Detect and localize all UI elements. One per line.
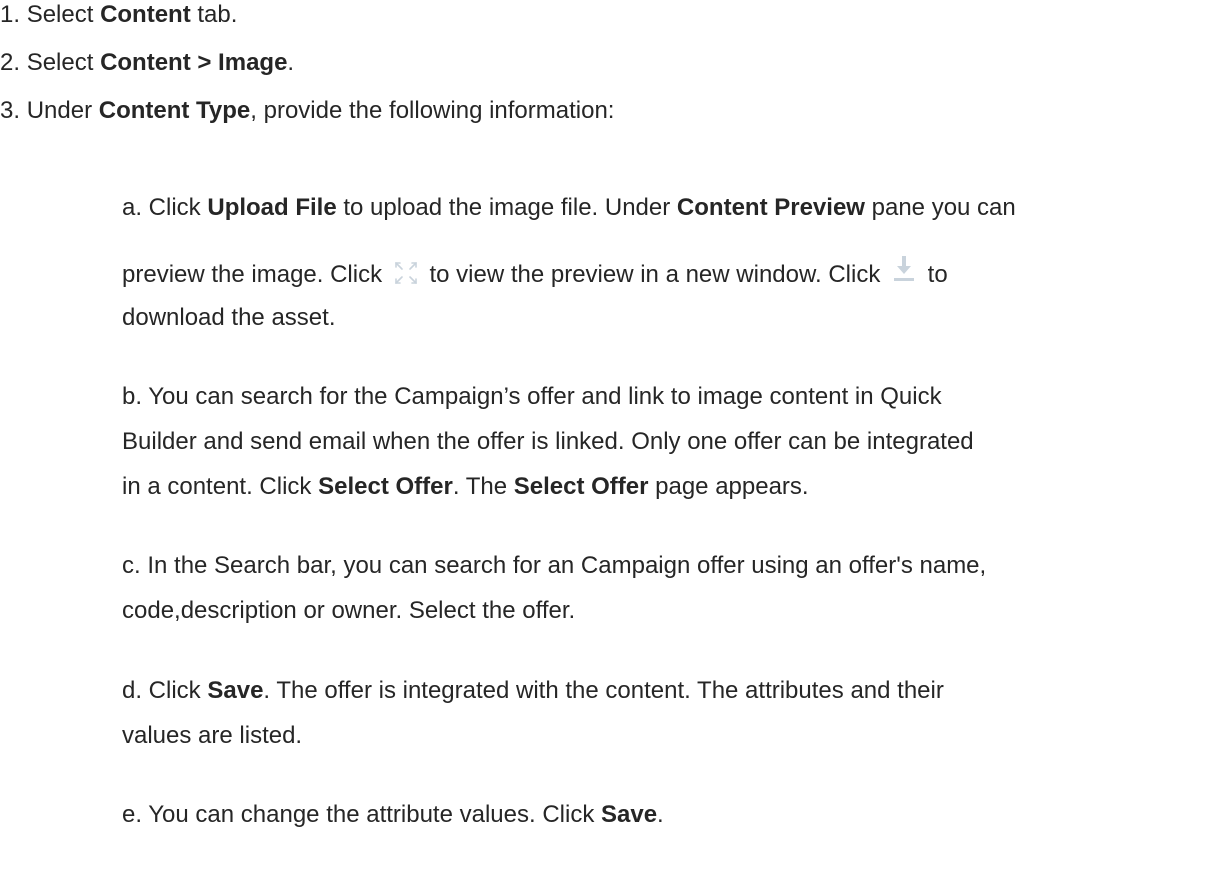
substep-c-text: c. In the Search bar, you can search for… bbox=[122, 552, 987, 579]
substep-d-line-1: d. Click Save. The offer is integrated w… bbox=[122, 676, 944, 706]
substep-a-text: to view the preview in a new window. Cli… bbox=[429, 261, 881, 288]
substep-a-text: to bbox=[927, 261, 948, 288]
substep-e-line-1: e. You can change the attribute values. … bbox=[122, 800, 664, 830]
step-3-bold: Content Type bbox=[98, 97, 251, 124]
step-2-suffix: . bbox=[287, 49, 295, 76]
substep-b-text: Builder and send email when the offer is… bbox=[122, 428, 974, 455]
substep-a-line-3: download the asset. bbox=[122, 303, 335, 333]
substep-b-text: b. You can search for the Campaign’s off… bbox=[122, 383, 942, 410]
step-3-number: 3. bbox=[0, 97, 27, 124]
step-2-number: 2. bbox=[0, 49, 27, 76]
substep-a-text: to upload the image file. Under bbox=[336, 194, 677, 221]
substep-e-text: e. You can change the attribute values. … bbox=[122, 801, 601, 828]
step-2: 2. Select Content > Image. bbox=[0, 48, 294, 78]
step-3-suffix: , provide the following information: bbox=[250, 97, 615, 124]
substep-b-text: in a content. Click bbox=[122, 473, 319, 500]
substep-e-text: . bbox=[657, 801, 664, 828]
step-2-text: Select bbox=[26, 49, 101, 76]
step-2-bold: Content > Image bbox=[100, 49, 288, 76]
substep-a-text: download the asset. bbox=[122, 304, 336, 331]
step-1-number: 1. bbox=[0, 1, 27, 28]
content-preview-label: Content Preview bbox=[676, 194, 865, 221]
substep-c-text: code,description or owner. Select the of… bbox=[122, 597, 576, 624]
select-offer-label: Select Offer bbox=[318, 473, 453, 500]
save-label: Save bbox=[600, 801, 658, 828]
step-1-bold: Content bbox=[100, 1, 191, 28]
document-page: 1. Select Content tab. 2. Select Content… bbox=[0, 0, 1215, 888]
substep-b-line-2: Builder and send email when the offer is… bbox=[122, 427, 974, 457]
substep-b-line-3: in a content. Click Select Offer. The Se… bbox=[122, 472, 809, 502]
substep-c-line-2: code,description or owner. Select the of… bbox=[122, 596, 575, 626]
step-1-text: Select bbox=[26, 1, 101, 28]
substep-d-text: values are listed. bbox=[122, 722, 303, 749]
step-3-text: Under bbox=[26, 97, 99, 124]
substep-a-text: a. Click bbox=[122, 194, 208, 221]
substep-d-line-2: values are listed. bbox=[122, 721, 302, 751]
substep-b-line-1: b. You can search for the Campaign’s off… bbox=[122, 382, 942, 412]
save-label: Save bbox=[207, 677, 264, 704]
download-icon bbox=[891, 254, 917, 294]
step-1-suffix: tab. bbox=[190, 1, 238, 28]
substep-b-text: page appears. bbox=[648, 473, 809, 500]
substep-a-line-2: preview the image. Click to view the pre… bbox=[122, 254, 948, 294]
substep-c-line-1: c. In the Search bar, you can search for… bbox=[122, 551, 986, 581]
substep-a-text: pane you can bbox=[864, 194, 1016, 221]
substep-d-text: . The offer is integrated with the conte… bbox=[263, 677, 944, 704]
substep-a-text: preview the image. Click bbox=[122, 261, 383, 288]
select-offer-page-label: Select Offer bbox=[513, 473, 649, 500]
upload-file-label: Upload File bbox=[207, 194, 337, 221]
expand-icon bbox=[393, 260, 419, 294]
substep-d-text: d. Click bbox=[122, 677, 208, 704]
step-3: 3. Under Content Type, provide the follo… bbox=[0, 96, 614, 126]
step-1: 1. Select Content tab. bbox=[0, 0, 237, 30]
substep-a-line-1: a. Click Upload File to upload the image… bbox=[122, 193, 1016, 223]
substep-b-text: . The bbox=[452, 473, 514, 500]
